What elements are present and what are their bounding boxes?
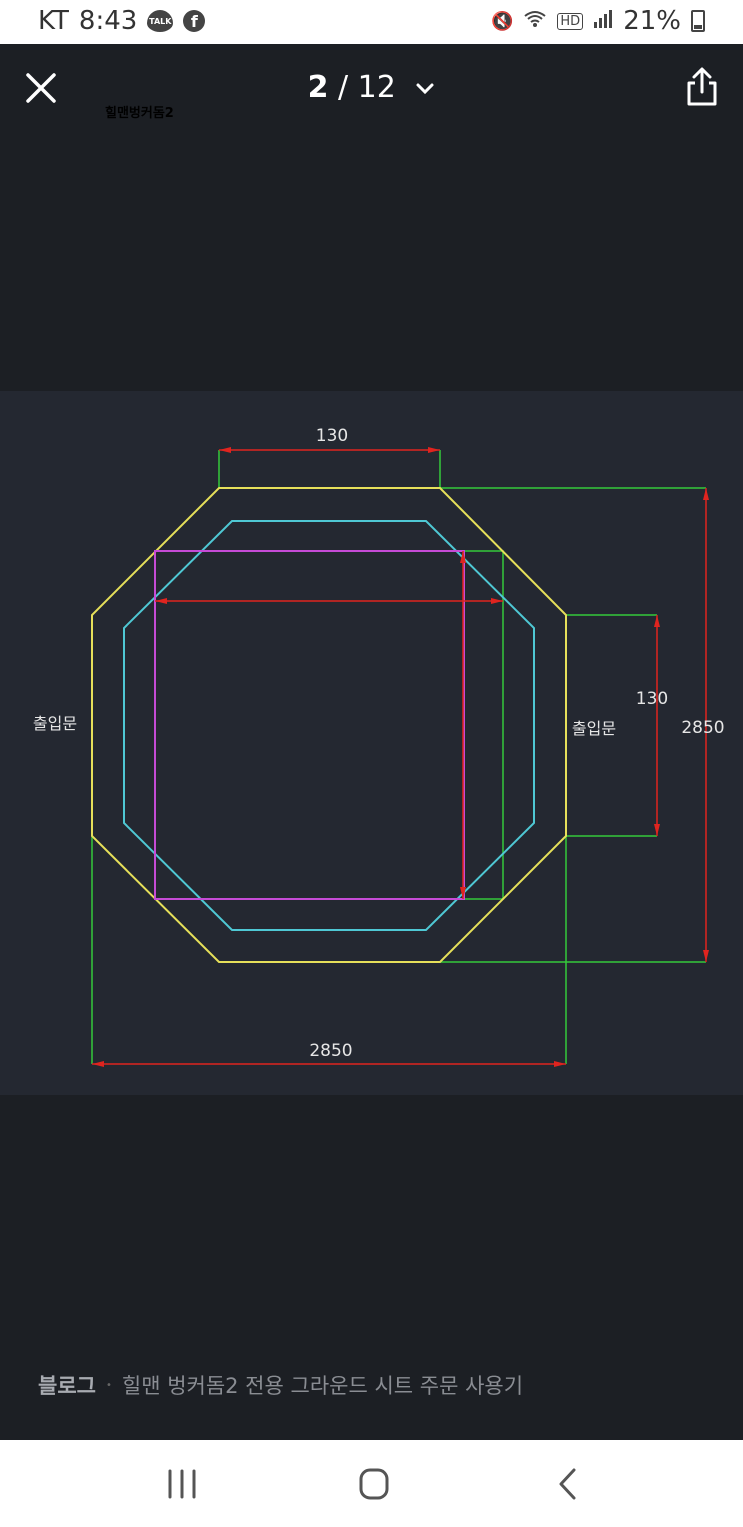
navigation-bar (0, 1440, 743, 1527)
image-viewer-screen: KT 8:43 TALK f 🔇 HD 21% 2 / 12 힐맨벙커돔2 13… (0, 0, 743, 1527)
chevron-down-icon (416, 83, 434, 94)
home-icon (359, 1468, 389, 1500)
caption-text: 힐맨 벙커돔2 전용 그라운드 시트 주문 사용기 (121, 1374, 524, 1398)
dimension-arrows (92, 447, 709, 1067)
signal-icon (593, 6, 613, 36)
carrier-label: KT (38, 6, 69, 36)
viewer-header: 2 / 12 힐맨벙커돔2 (0, 44, 743, 134)
page-counter[interactable]: 2 / 12 (0, 70, 743, 105)
dim-label-top: 130 (316, 426, 348, 446)
hd-voice-icon: HD (557, 12, 584, 30)
share-button[interactable] (683, 66, 721, 108)
cad-drawing: 130 130 2850 2850 출입문 출입문 (33, 426, 725, 1067)
current-page: 2 (307, 70, 329, 105)
back-icon (559, 1468, 576, 1500)
clock: 8:43 (78, 6, 138, 36)
recent-apps-button[interactable] (162, 1466, 202, 1502)
status-bar: KT 8:43 TALK f 🔇 HD 21% (0, 0, 743, 44)
dim-label-bottom: 2850 (309, 1041, 352, 1061)
photo-image[interactable]: 130 130 2850 2850 출입문 출입문 (0, 391, 743, 1095)
kakaotalk-icon: TALK (147, 10, 174, 32)
wifi-icon (523, 9, 547, 34)
share-icon (687, 67, 717, 106)
door-label-left: 출입문 (33, 714, 77, 733)
mute-icon: 🔇 (490, 10, 514, 32)
image-caption[interactable]: 블로그 • 힐맨 벙커돔2 전용 그라운드 시트 주문 사용기 (38, 1370, 523, 1400)
home-button[interactable] (354, 1466, 394, 1502)
dimension-lines (92, 449, 707, 1065)
total-pages: 12 (357, 70, 396, 105)
ground-sheet-square (154, 550, 465, 900)
back-button[interactable] (548, 1466, 588, 1502)
status-bar-right: 🔇 HD 21% (491, 6, 705, 36)
door-label-right: 출입문 (572, 719, 616, 738)
battery-percent: 21% (623, 6, 681, 36)
facebook-icon: f (183, 10, 206, 32)
status-bar-left: KT 8:43 TALK f (38, 6, 206, 36)
outer-octagon (91, 487, 567, 963)
battery-icon (691, 10, 705, 32)
caption-source: 블로그 (38, 1374, 96, 1398)
page-separator: / (328, 70, 358, 105)
dim-label-right: 2850 (681, 718, 724, 738)
image-title: 힐맨벙커돔2 (105, 106, 174, 121)
extension-lines (91, 450, 706, 1064)
caption-separator: • (105, 1379, 112, 1391)
inner-octagon (123, 520, 535, 931)
dim-label-right-inner: 130 (636, 689, 668, 709)
recent-apps-icon (168, 1469, 196, 1499)
